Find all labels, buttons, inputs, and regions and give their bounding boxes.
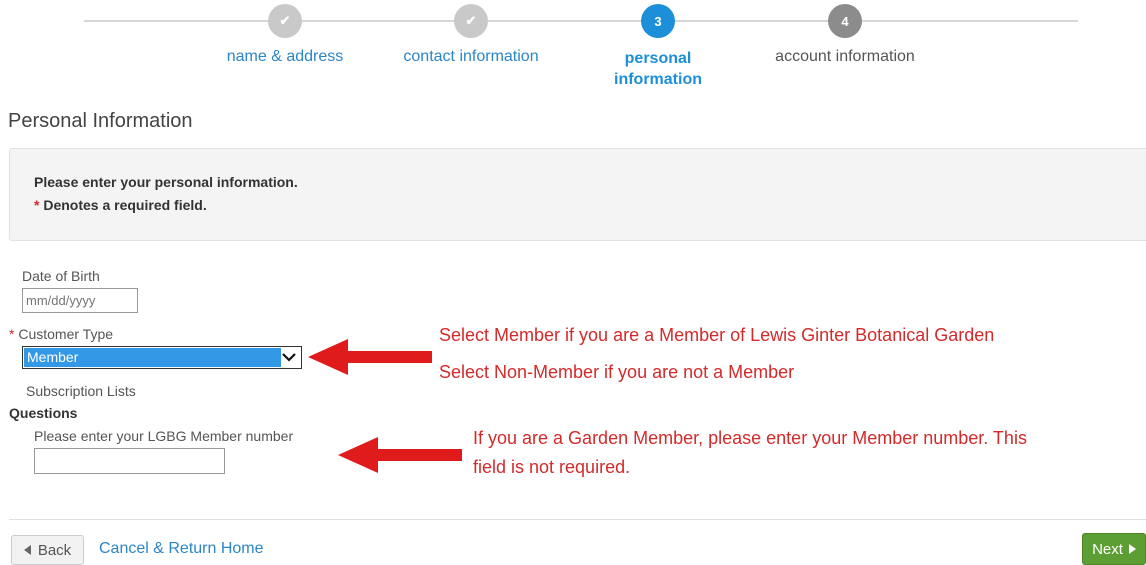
step-label-line2: information xyxy=(614,71,702,88)
progress-track xyxy=(84,20,1078,22)
step-3-marker: 3 xyxy=(641,4,675,38)
required-note-text: Denotes a required field. xyxy=(39,197,207,213)
step-4-marker: 4 xyxy=(828,4,862,38)
customer-type-select[interactable]: Member xyxy=(22,346,302,369)
info-box: Please enter your personal information. … xyxy=(9,148,1146,241)
next-button-label: Next xyxy=(1092,540,1123,558)
annotation-line: If you are a Garden Member, please enter… xyxy=(473,428,1027,448)
annotation-line: Select Member if you are a Member of Lew… xyxy=(439,325,995,345)
required-asterisk: * xyxy=(9,326,15,342)
arrow-left-icon xyxy=(338,437,462,473)
step-name-address-link[interactable]: name & address xyxy=(205,48,365,66)
customer-type-label-text: Customer Type xyxy=(18,326,114,342)
customer-type-annotation: Select Member if you are a Member of Lew… xyxy=(439,321,994,387)
page-title: Personal Information xyxy=(8,110,193,132)
next-button[interactable]: Next xyxy=(1082,533,1146,565)
questions-heading: Questions xyxy=(9,405,78,421)
chevron-down-icon[interactable] xyxy=(278,348,300,367)
caret-left-icon xyxy=(23,545,31,555)
member-number-label: Please enter your LGBG Member number xyxy=(34,428,294,444)
annotation-line: field is not required. xyxy=(473,457,631,477)
member-number-annotation: If you are a Garden Member, please enter… xyxy=(473,424,1027,482)
step-label-line1: personal xyxy=(624,50,692,67)
step-personal-information-label: personal information xyxy=(588,48,728,90)
info-text: Please enter your personal information. xyxy=(34,174,298,190)
step-1-check-icon: ✔ xyxy=(268,4,302,38)
annotation-line: Select Non-Member if you are not a Membe… xyxy=(439,362,795,382)
customer-type-label: * Customer Type xyxy=(9,326,113,342)
dob-input[interactable] xyxy=(22,288,138,313)
required-note: * Denotes a required field. xyxy=(34,197,207,213)
arrow-left-icon xyxy=(308,339,432,375)
subscription-lists-label: Subscription Lists xyxy=(26,383,136,399)
back-button[interactable]: Back xyxy=(11,535,84,565)
cancel-return-home-link[interactable]: Cancel & Return Home xyxy=(99,540,264,558)
customer-type-value: Member xyxy=(24,348,281,367)
step-account-information-label: account information xyxy=(775,48,915,65)
step-2-check-icon: ✔ xyxy=(454,4,488,38)
dob-label: Date of Birth xyxy=(22,268,100,284)
back-button-label: Back xyxy=(37,541,72,559)
member-number-input[interactable] xyxy=(34,448,225,474)
footer-divider xyxy=(9,519,1146,520)
caret-right-icon xyxy=(1128,544,1136,554)
step-contact-information-link[interactable]: contact information xyxy=(381,48,561,66)
